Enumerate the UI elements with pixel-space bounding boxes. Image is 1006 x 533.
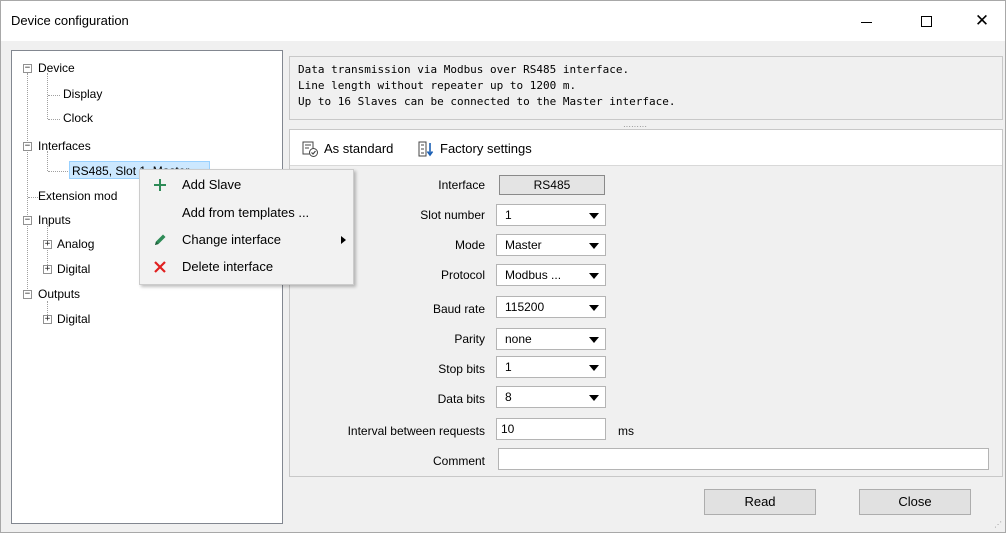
parity-label: Parity	[454, 332, 485, 346]
baud-rate-label: Baud rate	[432, 302, 485, 316]
mode-value: Master	[505, 238, 542, 252]
minimize-icon	[860, 21, 872, 23]
interface-value: RS485	[499, 175, 605, 195]
slot-number-select[interactable]: 1	[496, 204, 606, 226]
slot-number-value: 1	[505, 208, 512, 222]
device-tree[interactable]: − Device Display Clock − Interfaces RS48…	[11, 50, 283, 524]
data-bits-label: Data bits	[437, 392, 485, 406]
data-bits-value: 8	[505, 390, 512, 404]
chevron-down-icon	[589, 395, 599, 401]
close-window-button[interactable]: ✕	[959, 1, 1005, 41]
as-standard-button[interactable]: As standard	[300, 139, 393, 159]
tree-item-digital-inputs[interactable]: Digital	[57, 260, 90, 278]
factory-sort-icon	[416, 139, 436, 159]
plus-icon	[150, 172, 170, 198]
collapse-device-icon[interactable]: −	[23, 64, 32, 73]
interval-input[interactable]: 10	[496, 418, 606, 440]
minimize-button[interactable]	[843, 1, 889, 41]
expand-digital-outputs-icon[interactable]: +	[43, 315, 52, 324]
tree-item-inputs[interactable]: Inputs	[38, 211, 71, 229]
menu-item-add-slave[interactable]: Add Slave	[142, 172, 352, 198]
tree-item-analog[interactable]: Analog	[57, 235, 94, 253]
stop-bits-value: 1	[505, 360, 512, 374]
maximize-button[interactable]	[903, 1, 949, 41]
context-menu: Add Slave Add from templates ... Change …	[139, 169, 354, 285]
interface-description-panel: Data transmission via Modbus over RS485 …	[289, 56, 1003, 120]
menu-label: Delete interface	[182, 259, 274, 274]
tree-item-device[interactable]: Device	[38, 59, 75, 77]
read-button[interactable]: Read	[704, 489, 816, 515]
as-standard-label: As standard	[324, 141, 394, 156]
chevron-down-icon	[589, 213, 599, 219]
stop-bits-select[interactable]: 1	[496, 356, 606, 378]
tree-item-clock[interactable]: Clock	[63, 109, 93, 127]
chevron-down-icon	[589, 337, 599, 343]
delete-x-icon	[150, 254, 170, 280]
protocol-value: Modbus ...	[505, 268, 562, 282]
chevron-down-icon	[589, 243, 599, 249]
close-icon: ✕	[974, 11, 990, 30]
data-bits-select[interactable]: 8	[496, 386, 606, 408]
menu-item-delete-interface[interactable]: Delete interface	[142, 254, 352, 280]
device-configuration-window: Device configuration ✕ − Device Display …	[0, 0, 1006, 533]
pencil-icon	[150, 227, 170, 253]
settings-toolbar: As standard Factory settings	[290, 130, 1002, 166]
collapse-outputs-icon[interactable]: −	[23, 290, 32, 299]
chevron-down-icon	[589, 273, 599, 279]
menu-label: Change interface	[182, 232, 282, 247]
tree-item-interfaces[interactable]: Interfaces	[38, 137, 91, 155]
expand-analog-icon[interactable]: +	[43, 240, 52, 249]
interval-unit: ms	[618, 424, 634, 438]
window-title: Device configuration	[11, 13, 129, 28]
tree-branch-line	[48, 95, 60, 96]
maximize-icon	[920, 15, 932, 27]
interval-label: Interval between requests	[347, 424, 485, 438]
baud-rate-select[interactable]: 115200	[496, 296, 606, 318]
tree-branch-line	[48, 171, 68, 172]
comment-label: Comment	[432, 454, 485, 468]
comment-input[interactable]	[498, 448, 989, 470]
description-line: Up to 16 Slaves can be connected to the …	[298, 95, 676, 108]
parity-select[interactable]: none	[496, 328, 606, 350]
baud-rate-value: 115200	[505, 300, 545, 314]
protocol-select[interactable]: Modbus ...	[496, 264, 606, 286]
submenu-arrow-icon	[341, 236, 346, 244]
mode-select[interactable]: Master	[496, 234, 606, 256]
description-line: Data transmission via Modbus over RS485 …	[298, 63, 630, 76]
tree-item-extension-modules[interactable]: Extension mod	[38, 187, 117, 205]
chevron-down-icon	[589, 305, 599, 311]
factory-settings-label: Factory settings	[440, 141, 532, 156]
tree-guide-line	[27, 73, 28, 293]
chevron-down-icon	[589, 365, 599, 371]
factory-settings-button[interactable]: Factory settings	[416, 139, 532, 159]
description-line: Line length without repeater up to 1200 …	[298, 79, 577, 92]
stop-bits-label: Stop bits	[438, 362, 485, 376]
title-bar: Device configuration ✕	[1, 1, 1005, 41]
collapse-interfaces-icon[interactable]: −	[23, 142, 32, 151]
tree-guide-line	[47, 151, 48, 171]
tree-item-display[interactable]: Display	[63, 85, 102, 103]
menu-label: Add Slave	[182, 177, 242, 192]
resize-grip-icon[interactable]: ⋰	[994, 520, 1002, 529]
tree-item-digital-outputs[interactable]: Digital	[57, 310, 90, 328]
close-button[interactable]: Close	[859, 489, 971, 515]
tree-branch-line	[48, 119, 60, 120]
parity-value: none	[505, 332, 532, 346]
expand-digital-inputs-icon[interactable]: +	[43, 265, 52, 274]
reset-standard-icon	[300, 139, 320, 159]
collapse-inputs-icon[interactable]: −	[23, 216, 32, 225]
tree-item-outputs[interactable]: Outputs	[38, 285, 80, 303]
menu-item-add-from-templates[interactable]: Add from templates ...	[142, 200, 352, 226]
menu-item-change-interface[interactable]: Change interface	[142, 227, 352, 253]
tree-guide-line	[47, 73, 48, 119]
tree-branch-line	[28, 197, 38, 198]
menu-label: Add from templates ...	[182, 205, 310, 220]
